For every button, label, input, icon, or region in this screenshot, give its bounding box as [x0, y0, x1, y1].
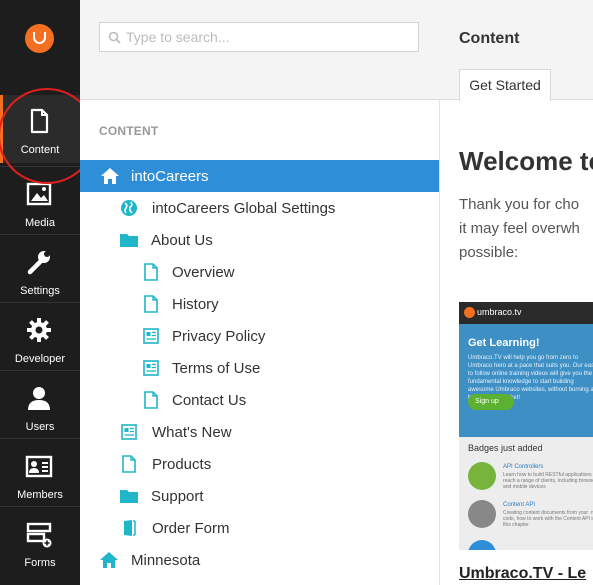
badge-icon: [468, 540, 496, 550]
search-box[interactable]: [99, 22, 419, 52]
tree-node-support[interactable]: Support: [80, 480, 439, 512]
umbraco-tv-thumbnail[interactable]: umbraco.tv Get Learning! Umbraco.TV will…: [459, 302, 593, 550]
id-card-icon: [25, 455, 53, 478]
umbraco-logo[interactable]: [25, 24, 54, 53]
intro-line: Thank you for cho: [459, 196, 580, 213]
thumbnail-hero: Get Learning! Umbraco.TV will help you g…: [459, 324, 593, 437]
folder-icon: [120, 234, 138, 247]
thumbnail-list-item: Content API Creating content documents f…: [468, 500, 593, 534]
divider: [0, 506, 80, 507]
search-input[interactable]: [126, 27, 411, 47]
logo-u-icon: [33, 32, 46, 44]
badge-icon: [468, 462, 496, 490]
tree-node-label: Contact Us: [172, 392, 247, 409]
page-icon: [144, 263, 158, 281]
divider: [0, 302, 80, 303]
search-icon: [108, 31, 121, 44]
divider: [0, 234, 80, 235]
tree-node-label: intoCareers Global Settings: [152, 200, 336, 217]
page-icon: [144, 391, 158, 409]
content-tree-panel: CONTENT intoCareers intoCareers Global S…: [80, 0, 440, 585]
tree-node-privacy-policy[interactable]: Privacy Policy: [80, 320, 439, 352]
content-header: Content Get Started: [440, 0, 593, 101]
thumbnail-hero-title: Get Learning!: [468, 337, 540, 349]
door-icon: [124, 520, 136, 536]
wrench-icon: [27, 251, 50, 275]
sidebar-item-developer[interactable]: Developer: [0, 304, 80, 372]
intro-text: Thank you for cho it may feel overwh pos…: [459, 193, 593, 265]
tree-node-label: Support: [151, 488, 204, 505]
page-title: Content: [459, 30, 520, 47]
tree-node-whats-new[interactable]: What's New: [80, 416, 439, 448]
tree-section-title: CONTENT: [99, 124, 159, 138]
page-icon: [122, 455, 136, 473]
home-icon: [101, 168, 119, 184]
article-icon: [143, 328, 159, 344]
tree-node-label: Overview: [172, 264, 235, 281]
article-icon: [121, 424, 137, 440]
tree-node-label: Privacy Policy: [172, 328, 266, 345]
tree-node-terms-of-use[interactable]: Terms of Use: [80, 352, 439, 384]
sidebar-item-label: Settings: [20, 285, 60, 297]
user-icon: [28, 387, 50, 410]
tree-node-label: About Us: [151, 232, 213, 249]
umbraco-backoffice: Content Media Settings Developer Users M…: [0, 0, 593, 585]
tree-node-label: History: [172, 296, 219, 313]
tree-node-intocareers[interactable]: intoCareers: [80, 160, 439, 192]
tree-header: [80, 0, 440, 100]
globe-icon: [121, 200, 137, 216]
sidebar-item-label: Forms: [24, 557, 56, 569]
thumbnail-item-title: API Controllers: [503, 464, 544, 470]
badge-icon: [468, 500, 496, 528]
content-panel: Content Get Started Welcome to Thank you…: [440, 0, 593, 585]
tree-node-global-settings[interactable]: intoCareers Global Settings: [80, 192, 439, 224]
sidebar-item-label: Media: [25, 217, 55, 229]
intro-line: it may feel overwh: [459, 220, 580, 237]
home-icon: [100, 552, 118, 568]
tree-node-minnesota[interactable]: Minnesota: [80, 544, 439, 576]
thumbnail-badges-title: Badges just added: [468, 443, 543, 453]
thumbnail-item-desc: Creating content documents from your .ne…: [503, 510, 593, 528]
form-icon: [26, 522, 52, 548]
tree-node-label: intoCareers: [131, 168, 209, 185]
sidebar-item-members[interactable]: Members: [0, 440, 80, 508]
sidebar-item-users[interactable]: Users: [0, 372, 80, 440]
umbraco-tv-logo-icon: [464, 307, 475, 318]
welcome-heading: Welcome to: [459, 146, 593, 176]
sidebar-item-forms[interactable]: Forms: [0, 508, 80, 576]
video-title-link[interactable]: Umbraco.TV - Le: [459, 565, 586, 583]
tree-node-label: What's New: [152, 424, 232, 441]
sidebar-item-settings[interactable]: Settings: [0, 236, 80, 304]
intro-line: possible:: [459, 244, 519, 261]
thumbnail-item-title: Content API: [503, 502, 536, 508]
tab-get-started[interactable]: Get Started: [459, 69, 551, 101]
thumbnail-signup-label: Sign up: [475, 398, 499, 405]
tree-node-order-form[interactable]: Order Form: [80, 512, 439, 544]
thumbnail-signup-button: Sign up: [468, 394, 514, 410]
tree-node-about-us[interactable]: About Us: [80, 224, 439, 256]
article-icon: [143, 360, 159, 376]
divider: [0, 438, 80, 439]
gear-icon: [27, 318, 51, 342]
tree-node-history[interactable]: History: [80, 288, 439, 320]
tree-node-overview[interactable]: Overview: [80, 256, 439, 288]
tree-node-label: Products: [152, 456, 212, 473]
tree-node-label: Terms of Use: [172, 360, 261, 377]
divider: [0, 370, 80, 371]
thumbnail-brand: umbraco.tv: [477, 307, 522, 317]
page-icon: [144, 295, 158, 313]
sidebar-item-label: Members: [17, 489, 63, 501]
app-sidebar: Content Media Settings Developer Users M…: [0, 0, 96, 585]
tree-node-contact-us[interactable]: Contact Us: [80, 384, 439, 416]
sidebar-item-label: Users: [25, 421, 55, 433]
folder-icon: [120, 490, 138, 503]
tree-node-label: Order Form: [152, 520, 230, 537]
sidebar-item-label: Developer: [14, 353, 66, 365]
tree-node-products[interactable]: Products: [80, 448, 439, 480]
thumbnail-topbar: umbraco.tv: [459, 302, 593, 324]
thumbnail-item-desc: Learn how to build RESTful applications …: [503, 472, 593, 490]
tree-node-label: Minnesota: [131, 552, 201, 569]
thumbnail-list-item: API Controllers Learn how to build RESTf…: [468, 462, 593, 496]
